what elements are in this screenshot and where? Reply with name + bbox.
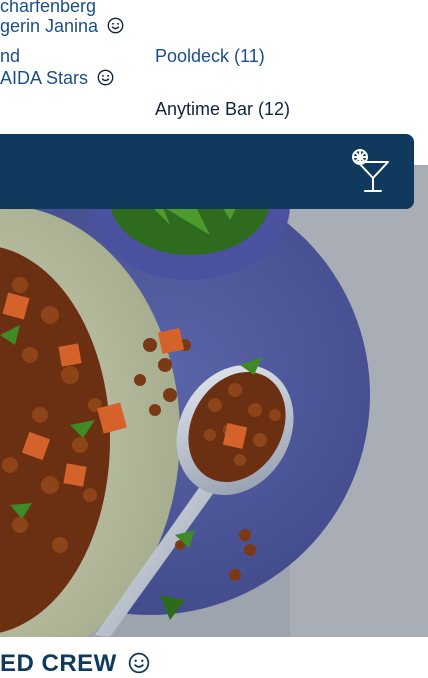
- anytime-bar-label: Anytime Bar (12): [155, 99, 291, 119]
- food-photo: [0, 165, 428, 637]
- smiley-icon: [97, 69, 114, 86]
- section-title: ED CREW: [0, 650, 150, 678]
- program-line-4[interactable]: AIDA Stars: [0, 68, 114, 88]
- smiley-icon: [107, 17, 124, 34]
- program-line-2[interactable]: gerin Janina: [0, 16, 124, 36]
- program-line-1: charfenberg: [0, 0, 97, 16]
- smiley-icon: [128, 652, 150, 674]
- pooldeck-link[interactable]: Pooldeck (11): [155, 46, 265, 66]
- cocktail-glass-icon: [352, 149, 389, 192]
- bar-section-header[interactable]: [0, 134, 414, 209]
- program-line-3: nd: [0, 46, 21, 66]
